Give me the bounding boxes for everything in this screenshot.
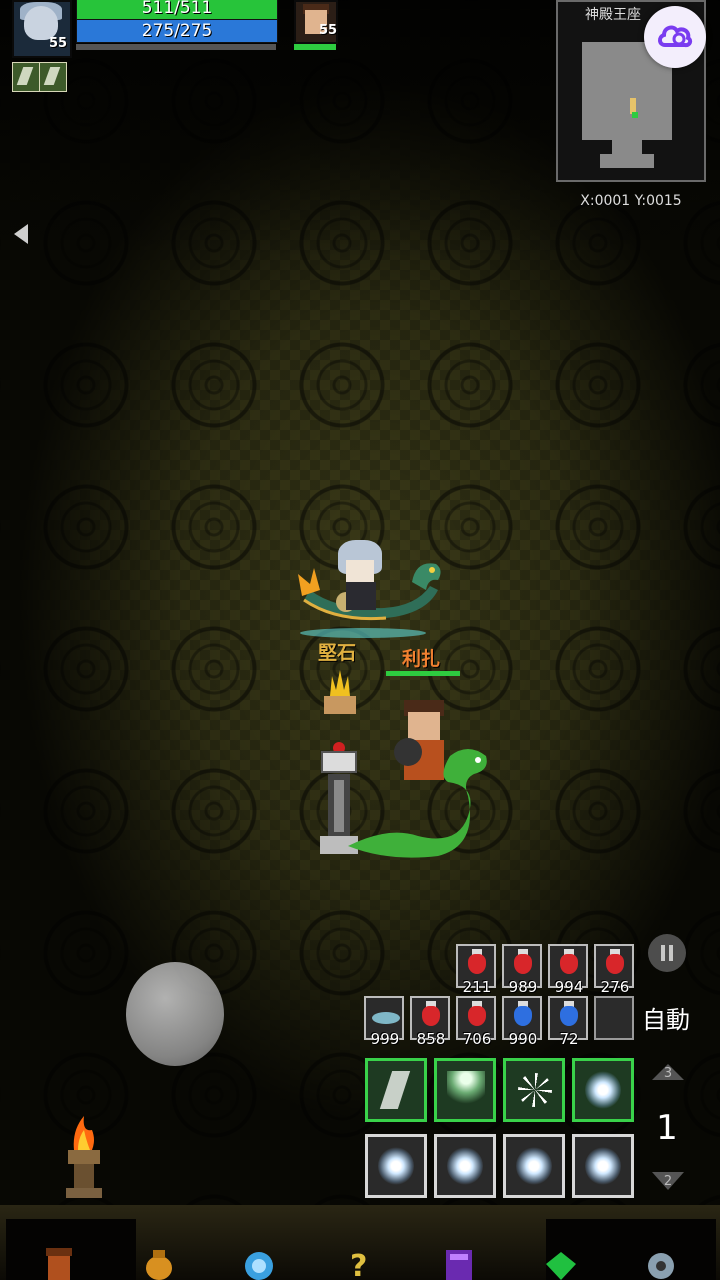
floating-app-badge-icon[interactable]: [644, 6, 706, 68]
blue-potion-icon: [560, 1006, 578, 1026]
light-skill-icon: [378, 1147, 414, 1185]
red-potion-icon: [560, 954, 578, 974]
skill-slot-light[interactable]: [572, 1134, 634, 1198]
skill-page-up-button[interactable]: 3: [652, 1064, 684, 1081]
skill-slot-light[interactable]: [572, 1058, 634, 1122]
light-skill-icon: [585, 1147, 621, 1185]
skill-page-down-button[interactable]: 2: [650, 1172, 686, 1198]
brazier-torch: [66, 1116, 102, 1198]
hp-text: 511/511: [141, 0, 213, 18]
minimap-base: [600, 154, 654, 168]
skill-slot-burst[interactable]: [503, 1058, 565, 1122]
skill-slot-spray[interactable]: [434, 1058, 496, 1122]
skill-slot-shield[interactable]: [365, 1058, 427, 1122]
svg-text:?: ?: [350, 1249, 367, 1280]
book-menu-icon[interactable]: [442, 1246, 476, 1280]
skill-slot-light[interactable]: [434, 1134, 496, 1198]
auto-button[interactable]: 自動: [642, 1000, 690, 1035]
map-coordinates: X:0001 Y:0015: [580, 193, 682, 209]
red-potion-icon: [468, 954, 486, 974]
item-slot[interactable]: 706: [456, 996, 496, 1048]
settings-gear-icon[interactable]: [644, 1246, 678, 1280]
light-skill-icon: [585, 1071, 621, 1109]
emerald-menu-icon[interactable]: [544, 1246, 578, 1280]
character-menu-icon[interactable]: [42, 1246, 76, 1280]
player-level: 55: [49, 36, 68, 51]
minimap-pet-marker: [632, 112, 638, 118]
red-potion-icon: [422, 1006, 440, 1026]
fish-icon: [372, 1012, 400, 1024]
player-portrait-face: [24, 6, 58, 40]
item-quantity: 989: [508, 978, 538, 996]
item-slot[interactable]: 211: [456, 944, 496, 996]
item-quantity: 990: [508, 1030, 538, 1048]
pet-level: 55: [319, 23, 338, 38]
player-sprite-face: [346, 560, 374, 582]
item-slot[interactable]: 999: [364, 996, 404, 1048]
item-quantity: 276: [600, 978, 630, 996]
virtual-joystick[interactable]: [126, 962, 224, 1066]
skill-page-down-number: 2: [663, 1174, 673, 1189]
player-aura: [300, 628, 426, 638]
mp-text: 275/275: [141, 21, 213, 41]
shield-skill-icon: [379, 1071, 411, 1109]
item-slot[interactable]: 990: [502, 996, 542, 1048]
buff-shield-icon[interactable]: [12, 62, 40, 92]
spray-skill-icon: [447, 1071, 485, 1109]
quest-menu-icon[interactable]: ?: [342, 1246, 376, 1280]
skill-slot-light[interactable]: [365, 1134, 427, 1198]
pet-name-label: 利扎: [402, 648, 441, 670]
buff-blade-icon[interactable]: [39, 62, 67, 92]
item-slot[interactable]: 72: [548, 996, 588, 1048]
red-potion-icon: [514, 954, 532, 974]
pet-hp-fill: [294, 44, 336, 50]
player-hp-bar: 511/511: [76, 0, 278, 20]
skill-page-up-number: 3: [663, 1066, 673, 1081]
item-slot[interactable]: 989: [502, 944, 542, 996]
empty-item-slot[interactable]: [594, 996, 634, 1040]
item-quantity: 211: [462, 978, 492, 996]
burst-skill-icon: [518, 1073, 552, 1107]
skill-slot-light[interactable]: [503, 1134, 565, 1198]
item-quantity: 706: [462, 1030, 492, 1048]
player-name-label: 堅石: [318, 642, 357, 664]
pet-hp-bar: [294, 44, 336, 50]
bag-menu-icon[interactable]: [142, 1246, 176, 1280]
gem-menu-icon[interactable]: [242, 1246, 276, 1280]
skill-page-number: 1: [656, 1108, 678, 1148]
pet-overhead-hp-bar: [386, 671, 460, 676]
light-skill-icon: [516, 1147, 552, 1185]
pet-on-serpent[interactable]: [338, 696, 498, 860]
cloud-logo-icon: [658, 25, 693, 48]
red-potion-icon: [468, 1006, 486, 1026]
collapse-arrow-icon[interactable]: [14, 224, 28, 244]
item-slot[interactable]: 858: [410, 996, 450, 1048]
item-quantity: 999: [370, 1030, 400, 1048]
player-sprite-body: [346, 582, 376, 610]
red-potion-icon: [606, 954, 624, 974]
item-quantity: 72: [559, 1030, 579, 1048]
pause-button[interactable]: [648, 934, 686, 972]
blue-potion-icon: [514, 1006, 532, 1026]
item-quantity: 858: [416, 1030, 446, 1048]
player-mp-bar: 275/275: [76, 19, 278, 43]
light-skill-icon: [447, 1147, 483, 1185]
item-slot[interactable]: 994: [548, 944, 588, 996]
item-slot[interactable]: 276: [594, 944, 634, 996]
item-quantity: 994: [554, 978, 584, 996]
player-xp-bar: [76, 44, 276, 50]
